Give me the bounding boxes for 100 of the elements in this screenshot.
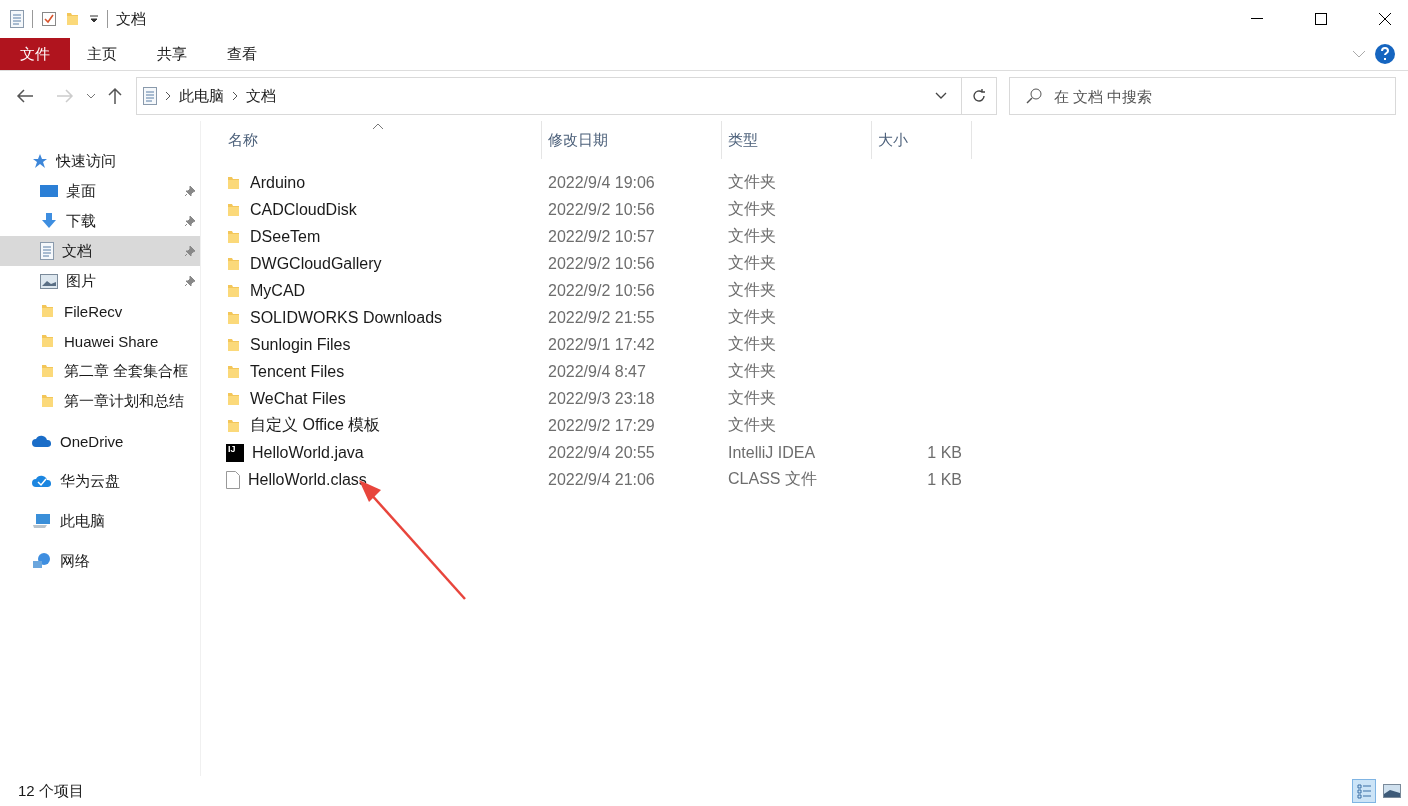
file-name[interactable]: MyCAD — [250, 281, 306, 300]
sidebar-item[interactable]: 此电脑 — [0, 506, 200, 536]
refresh-icon — [971, 88, 987, 104]
file-name[interactable]: 自定义 Office 模板 — [250, 415, 381, 436]
column-header[interactable]: 大小 — [872, 121, 972, 159]
file-name[interactable]: Sunlogin Files — [250, 335, 351, 354]
file-name[interactable]: SOLIDWORKS Downloads — [250, 308, 443, 327]
sidebar-item[interactable]: 桌面 — [0, 176, 200, 206]
pin-icon[interactable] — [184, 275, 196, 287]
file-size: 1 KB — [926, 470, 962, 489]
sidebar-item[interactable]: 华为云盘 — [0, 466, 200, 496]
file-name[interactable]: DWGCloudGallery — [250, 254, 382, 273]
sidebar-item[interactable]: 下载 — [0, 206, 200, 236]
file-name[interactable]: CADCloudDisk — [250, 200, 357, 219]
file-menu-button[interactable]: 文件 — [0, 38, 70, 70]
document-icon — [10, 10, 24, 28]
modified-date: 2022/9/1 17:42 — [547, 335, 656, 354]
sidebar-item[interactable]: 第二章 全套集合框 — [0, 356, 200, 386]
file-size: 1 KB — [926, 443, 962, 462]
modified-date: 2022/9/2 10:56 — [547, 281, 656, 300]
file-type: 文件夹 — [727, 199, 777, 219]
folder-icon — [40, 363, 56, 379]
column-header[interactable]: 名称 — [222, 121, 542, 159]
item-count: 12 个项目 — [18, 781, 85, 801]
column-header[interactable]: 修改日期 — [542, 121, 722, 159]
folder-icon — [226, 282, 242, 299]
chevron-icon — [165, 91, 171, 101]
document-icon — [143, 87, 157, 105]
sidebar-item[interactable]: 图片 — [0, 266, 200, 296]
sidebar-item[interactable]: 网络 — [0, 546, 200, 576]
chevron-icon — [232, 91, 238, 101]
file-name[interactable]: DSeeTem — [250, 227, 321, 246]
recent-dropdown-icon[interactable] — [84, 91, 98, 101]
download-icon — [40, 212, 58, 230]
pin-icon[interactable] — [184, 215, 196, 227]
pin-icon[interactable] — [184, 245, 196, 257]
modified-date: 2022/9/4 20:55 — [547, 443, 656, 462]
details-list-icon — [1356, 783, 1372, 799]
back-icon[interactable] — [14, 87, 36, 105]
file-type: 文件夹 — [727, 280, 777, 300]
folder-icon — [226, 417, 242, 434]
file-name[interactable]: HelloWorld.java — [252, 443, 364, 462]
network-icon — [32, 552, 52, 570]
file-name[interactable]: Arduino — [250, 173, 306, 192]
cloud-check-icon — [32, 474, 52, 488]
folder-icon — [226, 201, 242, 218]
file-type: CLASS 文件 — [727, 469, 818, 489]
up-icon[interactable] — [106, 85, 124, 107]
properties-icon[interactable] — [41, 11, 57, 27]
sidebar-item[interactable]: FileRecv — [0, 296, 200, 326]
file-type: 文件夹 — [727, 334, 777, 354]
modified-date: 2022/9/4 21:06 — [547, 470, 656, 489]
folder-icon — [226, 255, 242, 272]
file-icon — [226, 470, 240, 489]
picture-icon — [40, 273, 58, 289]
landscape-picture-icon — [1383, 784, 1401, 798]
refresh-button[interactable] — [961, 77, 997, 115]
breadcrumb[interactable]: 此电脑 — [179, 86, 224, 106]
ribbon-tab[interactable]: 主页 — [70, 38, 134, 70]
ribbon-tab[interactable]: 查看 — [210, 38, 274, 70]
file-type: 文件夹 — [727, 172, 777, 192]
sidebar-item[interactable]: OneDrive — [0, 426, 200, 456]
file-type: 文件夹 — [727, 226, 777, 246]
file-name[interactable]: HelloWorld.class — [248, 470, 367, 489]
modified-date: 2022/9/3 23:18 — [547, 389, 656, 408]
folder-icon — [226, 228, 242, 245]
desktop-icon — [40, 184, 58, 198]
close-icon — [1378, 12, 1392, 26]
file-type: 文件夹 — [727, 388, 777, 408]
modified-date: 2022/9/2 10:57 — [547, 227, 656, 246]
computer-icon — [32, 513, 52, 529]
pin-icon[interactable] — [184, 185, 196, 197]
file-name[interactable]: Tencent Files — [250, 362, 345, 381]
dropdown-icon[interactable] — [89, 15, 99, 23]
folder-icon — [226, 336, 242, 353]
modified-date: 2022/9/4 19:06 — [547, 173, 656, 192]
dropdown-icon[interactable] — [935, 92, 947, 100]
search-box[interactable]: 在 文档 中搜索 — [1009, 77, 1396, 115]
sidebar-item[interactable]: 文档 — [0, 236, 200, 266]
file-type: 文件夹 — [727, 415, 777, 435]
star-icon — [32, 153, 48, 169]
file-type: 文件夹 — [727, 253, 777, 273]
file-type: 文件夹 — [727, 361, 777, 381]
modified-date: 2022/9/4 8:47 — [547, 362, 647, 381]
folder-icon — [226, 363, 242, 380]
sidebar-item[interactable]: 第一章计划和总结 — [0, 386, 200, 416]
file-name[interactable]: WeChat Files — [250, 389, 346, 408]
sidebar-item[interactable]: Huawei Share — [0, 326, 200, 356]
folder-icon — [226, 309, 242, 326]
address-bar[interactable]: 此电脑 文档 — [136, 77, 962, 115]
breadcrumb[interactable]: 文档 — [246, 86, 276, 106]
search-icon — [1026, 88, 1042, 104]
column-header[interactable]: 类型 — [722, 121, 872, 159]
ribbon-tab[interactable]: 共享 — [140, 38, 204, 70]
modified-date: 2022/9/2 10:56 — [547, 254, 656, 273]
sidebar-item[interactable]: 快速访问 — [0, 146, 200, 176]
intellij-file-icon: IJ — [226, 443, 244, 462]
folder-icon — [65, 11, 81, 27]
file-type: IntelliJ IDEA — [727, 443, 817, 462]
folder-icon — [40, 333, 56, 349]
